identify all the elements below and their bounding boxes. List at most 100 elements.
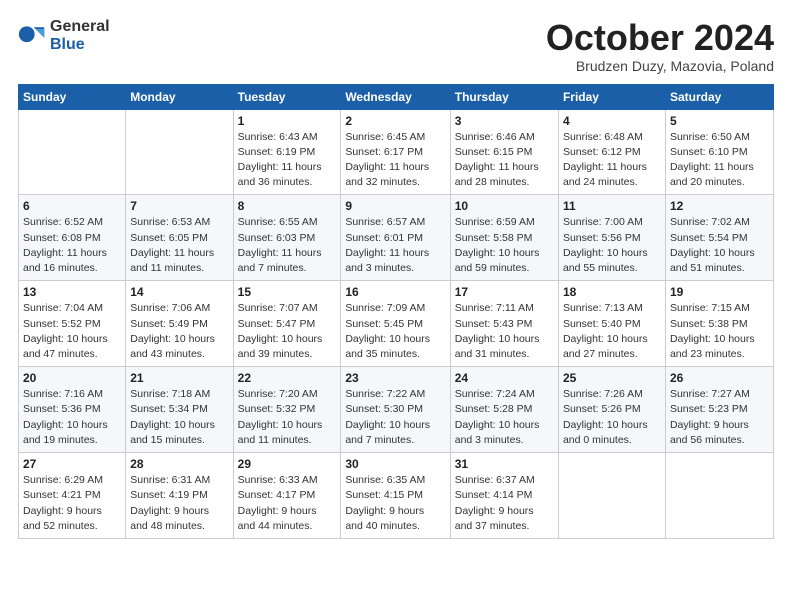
week-row-2: 6 Sunrise: 6:52 AMSunset: 6:08 PMDaylight… bbox=[19, 195, 774, 281]
calendar: Sunday Monday Tuesday Wednesday Thursday… bbox=[18, 84, 774, 539]
week-row-1: 1 Sunrise: 6:43 AMSunset: 6:19 PMDaylight… bbox=[19, 109, 774, 195]
day-info: Sunrise: 7:20 AMSunset: 5:32 PMDaylight:… bbox=[238, 387, 337, 448]
day-number: 23 bbox=[345, 371, 445, 385]
calendar-cell: 10 Sunrise: 6:59 AMSunset: 5:58 PMDayligh… bbox=[450, 195, 558, 281]
calendar-cell: 14 Sunrise: 7:06 AMSunset: 5:49 PMDayligh… bbox=[126, 281, 233, 367]
day-info: Sunrise: 6:43 AMSunset: 6:19 PMDaylight:… bbox=[238, 130, 337, 191]
month-title: October 2024 bbox=[546, 18, 774, 58]
day-number: 9 bbox=[345, 199, 445, 213]
col-monday: Monday bbox=[126, 84, 233, 109]
calendar-cell: 29Sunrise: 6:33 AMSunset: 4:17 PMDayligh… bbox=[233, 453, 341, 539]
col-friday: Friday bbox=[558, 84, 665, 109]
week-row-4: 20 Sunrise: 7:16 AMSunset: 5:36 PMDayligh… bbox=[19, 367, 774, 453]
day-info: Sunrise: 7:02 AMSunset: 5:54 PMDaylight:… bbox=[670, 215, 769, 276]
day-number: 30 bbox=[345, 457, 445, 471]
day-number: 10 bbox=[455, 199, 554, 213]
day-number: 24 bbox=[455, 371, 554, 385]
day-info: Sunrise: 6:57 AMSunset: 6:01 PMDaylight:… bbox=[345, 215, 445, 276]
week-row-5: 27Sunrise: 6:29 AMSunset: 4:21 PMDayligh… bbox=[19, 453, 774, 539]
logo-general: General bbox=[50, 18, 110, 36]
calendar-cell: 17Sunrise: 7:11 AMSunset: 5:43 PMDayligh… bbox=[450, 281, 558, 367]
col-wednesday: Wednesday bbox=[341, 84, 450, 109]
day-info: Sunrise: 6:33 AMSunset: 4:17 PMDaylight:… bbox=[238, 473, 337, 534]
day-info: Sunrise: 7:22 AMSunset: 5:30 PMDaylight:… bbox=[345, 387, 445, 448]
day-info: Sunrise: 6:52 AMSunset: 6:08 PMDaylight:… bbox=[23, 215, 121, 276]
calendar-cell: 5Sunrise: 6:50 AMSunset: 6:10 PMDaylight… bbox=[665, 109, 773, 195]
day-number: 19 bbox=[670, 285, 769, 299]
day-number: 20 bbox=[23, 371, 121, 385]
page: General Blue October 2024 Brudzen Duzy, … bbox=[0, 0, 792, 612]
day-number: 21 bbox=[130, 371, 228, 385]
day-number: 2 bbox=[345, 114, 445, 128]
header-row: Sunday Monday Tuesday Wednesday Thursday… bbox=[19, 84, 774, 109]
col-saturday: Saturday bbox=[665, 84, 773, 109]
calendar-cell bbox=[126, 109, 233, 195]
day-number: 6 bbox=[23, 199, 121, 213]
day-info: Sunrise: 7:09 AMSunset: 5:45 PMDaylight:… bbox=[345, 301, 445, 362]
header: General Blue October 2024 Brudzen Duzy, … bbox=[18, 18, 774, 74]
calendar-cell: 12Sunrise: 7:02 AMSunset: 5:54 PMDayligh… bbox=[665, 195, 773, 281]
calendar-cell: 20 Sunrise: 7:16 AMSunset: 5:36 PMDayligh… bbox=[19, 367, 126, 453]
col-tuesday: Tuesday bbox=[233, 84, 341, 109]
calendar-cell: 3Sunrise: 6:46 AMSunset: 6:15 PMDaylight… bbox=[450, 109, 558, 195]
day-info: Sunrise: 7:16 AMSunset: 5:36 PMDaylight:… bbox=[23, 387, 121, 448]
day-info: Sunrise: 7:18 AMSunset: 5:34 PMDaylight:… bbox=[130, 387, 228, 448]
title-block: October 2024 Brudzen Duzy, Mazovia, Pola… bbox=[546, 18, 774, 74]
day-number: 28 bbox=[130, 457, 228, 471]
day-number: 7 bbox=[130, 199, 228, 213]
calendar-cell: 13Sunrise: 7:04 AMSunset: 5:52 PMDayligh… bbox=[19, 281, 126, 367]
calendar-cell: 16 Sunrise: 7:09 AMSunset: 5:45 PMDayligh… bbox=[341, 281, 450, 367]
day-number: 16 bbox=[345, 285, 445, 299]
calendar-cell bbox=[19, 109, 126, 195]
subtitle: Brudzen Duzy, Mazovia, Poland bbox=[546, 58, 774, 74]
day-info: Sunrise: 6:59 AMSunset: 5:58 PMDaylight:… bbox=[455, 215, 554, 276]
day-info: Sunrise: 6:53 AMSunset: 6:05 PMDaylight:… bbox=[130, 215, 228, 276]
calendar-cell: 8Sunrise: 6:55 AMSunset: 6:03 PMDaylight… bbox=[233, 195, 341, 281]
calendar-cell bbox=[558, 453, 665, 539]
day-info: Sunrise: 6:48 AMSunset: 6:12 PMDaylight:… bbox=[563, 130, 661, 191]
calendar-cell: 31Sunrise: 6:37 AMSunset: 4:14 PMDayligh… bbox=[450, 453, 558, 539]
day-info: Sunrise: 6:46 AMSunset: 6:15 PMDaylight:… bbox=[455, 130, 554, 191]
day-info: Sunrise: 7:04 AMSunset: 5:52 PMDaylight:… bbox=[23, 301, 121, 362]
logo-text: General Blue bbox=[50, 18, 110, 53]
day-info: Sunrise: 6:50 AMSunset: 6:10 PMDaylight:… bbox=[670, 130, 769, 191]
day-number: 26 bbox=[670, 371, 769, 385]
col-thursday: Thursday bbox=[450, 84, 558, 109]
day-number: 31 bbox=[455, 457, 554, 471]
calendar-cell: 4 Sunrise: 6:48 AMSunset: 6:12 PMDaylight… bbox=[558, 109, 665, 195]
calendar-cell: 2Sunrise: 6:45 AMSunset: 6:17 PMDaylight… bbox=[341, 109, 450, 195]
calendar-cell: 15 Sunrise: 7:07 AMSunset: 5:47 PMDayligh… bbox=[233, 281, 341, 367]
day-number: 14 bbox=[130, 285, 228, 299]
day-info: Sunrise: 6:31 AMSunset: 4:19 PMDaylight:… bbox=[130, 473, 228, 534]
calendar-cell: 18 Sunrise: 7:13 AMSunset: 5:40 PMDayligh… bbox=[558, 281, 665, 367]
calendar-cell: 27Sunrise: 6:29 AMSunset: 4:21 PMDayligh… bbox=[19, 453, 126, 539]
day-info: Sunrise: 7:11 AMSunset: 5:43 PMDaylight:… bbox=[455, 301, 554, 362]
day-number: 11 bbox=[563, 199, 661, 213]
calendar-cell: 26 Sunrise: 7:27 AMSunset: 5:23 PMDayligh… bbox=[665, 367, 773, 453]
day-info: Sunrise: 7:26 AMSunset: 5:26 PMDaylight:… bbox=[563, 387, 661, 448]
calendar-cell: 28 Sunrise: 6:31 AMSunset: 4:19 PMDayligh… bbox=[126, 453, 233, 539]
day-info: Sunrise: 7:13 AMSunset: 5:40 PMDaylight:… bbox=[563, 301, 661, 362]
day-number: 1 bbox=[238, 114, 337, 128]
calendar-cell: 24 Sunrise: 7:24 AMSunset: 5:28 PMDayligh… bbox=[450, 367, 558, 453]
day-info: Sunrise: 6:35 AMSunset: 4:15 PMDaylight:… bbox=[345, 473, 445, 534]
day-number: 15 bbox=[238, 285, 337, 299]
day-info: Sunrise: 7:07 AMSunset: 5:47 PMDaylight:… bbox=[238, 301, 337, 362]
calendar-cell: 25Sunrise: 7:26 AMSunset: 5:26 PMDayligh… bbox=[558, 367, 665, 453]
calendar-cell: 21 Sunrise: 7:18 AMSunset: 5:34 PMDayligh… bbox=[126, 367, 233, 453]
calendar-cell: 22Sunrise: 7:20 AMSunset: 5:32 PMDayligh… bbox=[233, 367, 341, 453]
day-info: Sunrise: 7:15 AMSunset: 5:38 PMDaylight:… bbox=[670, 301, 769, 362]
day-info: Sunrise: 7:06 AMSunset: 5:49 PMDaylight:… bbox=[130, 301, 228, 362]
logo-icon bbox=[18, 22, 46, 50]
day-info: Sunrise: 6:55 AMSunset: 6:03 PMDaylight:… bbox=[238, 215, 337, 276]
day-info: Sunrise: 7:27 AMSunset: 5:23 PMDaylight:… bbox=[670, 387, 769, 448]
logo-blue: Blue bbox=[50, 36, 110, 54]
calendar-cell: 7 Sunrise: 6:53 AMSunset: 6:05 PMDaylight… bbox=[126, 195, 233, 281]
week-row-3: 13Sunrise: 7:04 AMSunset: 5:52 PMDayligh… bbox=[19, 281, 774, 367]
day-info: Sunrise: 7:24 AMSunset: 5:28 PMDaylight:… bbox=[455, 387, 554, 448]
calendar-cell: 23 Sunrise: 7:22 AMSunset: 5:30 PMDayligh… bbox=[341, 367, 450, 453]
day-number: 18 bbox=[563, 285, 661, 299]
day-number: 27 bbox=[23, 457, 121, 471]
day-number: 4 bbox=[563, 114, 661, 128]
calendar-cell: 11Sunrise: 7:00 AMSunset: 5:56 PMDayligh… bbox=[558, 195, 665, 281]
